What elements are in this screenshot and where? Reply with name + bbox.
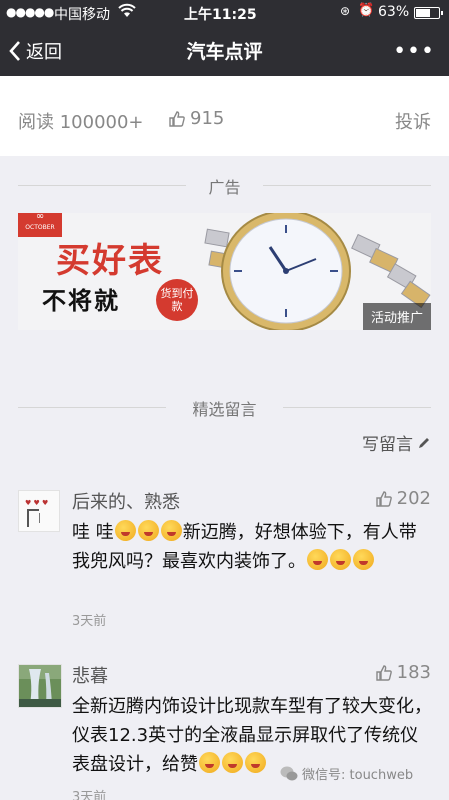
comments-section-divider: 精选留言 (18, 396, 431, 420)
wink-tongue-face-icon (199, 752, 220, 773)
signal-strength-icon: ●●●●● (6, 5, 54, 19)
comment-like-button[interactable]: 202 (375, 488, 431, 509)
comment-text-part: 哇 哇 (72, 522, 114, 543)
report-link[interactable]: 投诉 (395, 108, 431, 134)
avatar[interactable]: ♥ ♥ ♥ (18, 490, 60, 532)
ad-slogan-secondary: 不将就 (42, 287, 120, 315)
clock: 上午11:25 (184, 7, 257, 23)
ad-banner[interactable]: ∞ OCTOBER 买好表 不将就 货到付款 活动推广 (18, 213, 431, 330)
commenter-name: 后来的、熟悉 (72, 492, 180, 513)
thumbs-up-icon (169, 110, 185, 127)
cod-badge: 货到付款 (156, 279, 198, 321)
more-options-icon[interactable]: ••• (393, 39, 435, 64)
comment-time: 3天前 (72, 614, 107, 629)
back-button[interactable]: 返回 (8, 37, 62, 65)
tongue-out-face-icon (330, 549, 351, 570)
nerd-face-icon (137, 520, 159, 541)
ad-tag: 活动推广 (362, 303, 431, 330)
comment-like-count: 202 (396, 488, 431, 509)
wechat-logo-icon (280, 766, 298, 780)
rotation-lock-icon: ⊛ (340, 4, 351, 18)
ad-section-divider: 广告 (18, 174, 431, 198)
battery-level (416, 9, 430, 17)
infinity-logo-icon: ∞ (35, 213, 45, 222)
alarm-icon: ⏰ (358, 3, 375, 18)
tongue-out-face-icon (307, 549, 328, 570)
thumbs-up-icon (375, 664, 392, 681)
ad-slogan-primary: 买好表 (56, 241, 164, 281)
wifi-icon (118, 3, 136, 23)
write-comment-button[interactable]: 写留言 (362, 430, 431, 455)
comments-section-title: 精选留言 (192, 400, 257, 419)
battery-percent: 63% (378, 4, 410, 20)
wechat-watermark: 微信号: touchweb (280, 764, 413, 783)
article-stats: 阅读 100000+ 915 投诉 (0, 76, 449, 156)
read-count: 阅读 100000+ (18, 112, 144, 133)
chevron-left-icon (9, 41, 20, 61)
commenter-name: 悲暮 (72, 666, 108, 687)
back-label: 返回 (26, 42, 62, 63)
ad-section-title: 广告 (208, 178, 241, 197)
svg-text:♥ ♥ ♥: ♥ ♥ ♥ (25, 499, 48, 507)
thumbs-up-icon (375, 490, 392, 507)
comment-like-count: 183 (396, 662, 431, 683)
watermark-text: 微信号: touchweb (302, 768, 414, 783)
like-button[interactable]: 915 (168, 108, 224, 129)
page-title: 汽车点评 (186, 41, 263, 63)
comment-like-button[interactable]: 183 (375, 662, 431, 683)
carrier-name: 中国移动 (54, 7, 110, 23)
status-bar: ●●●●● 中国移动 上午11:25 ⊛ ⏰ 63% (0, 0, 449, 25)
nerd-face-icon (114, 520, 136, 541)
comment-time: 3天前 (72, 790, 107, 800)
tongue-out-face-icon (353, 549, 374, 570)
comment-text: 哇 哇新迈腾，好想体验下，有人带我兜风吗？最喜欢内装饰了。 (72, 518, 432, 576)
like-count: 915 (190, 108, 225, 129)
avatar[interactable] (18, 664, 62, 708)
battery-icon (414, 7, 443, 19)
pencil-icon (419, 437, 429, 448)
write-comment-label: 写留言 (362, 435, 413, 455)
wink-tongue-face-icon (245, 752, 266, 773)
nerd-face-icon (160, 520, 182, 541)
wink-tongue-face-icon (222, 752, 243, 773)
nav-bar: 返回 汽车点评 ••• (0, 25, 449, 76)
